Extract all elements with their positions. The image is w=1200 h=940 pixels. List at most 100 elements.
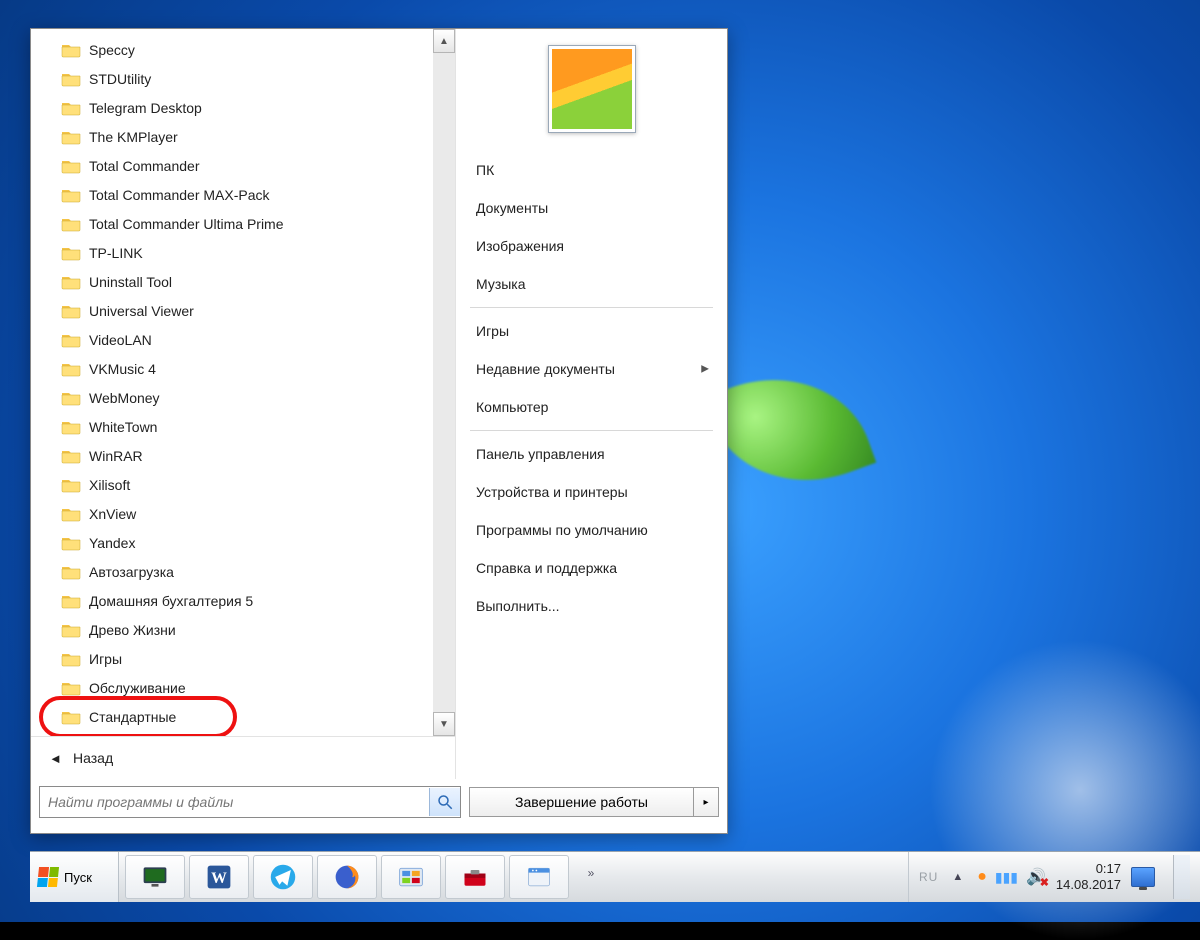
program-label: Древо Жизни <box>89 622 176 638</box>
program-folder-item[interactable]: Total Commander Ultima Prime <box>31 209 433 238</box>
program-folder-item[interactable]: Uninstall Tool <box>31 267 433 296</box>
scroll-track[interactable] <box>433 53 455 712</box>
program-label: Домашняя бухгалтерия 5 <box>89 593 253 609</box>
taskbar-item-desktop-peek[interactable] <box>125 855 185 899</box>
scroll-down-button[interactable]: ▼ <box>433 712 455 736</box>
start-menu-bottom: Завершение работы ▸ <box>31 779 727 833</box>
program-folder-item[interactable]: Обслуживание <box>31 673 433 702</box>
program-label: Игры <box>89 651 122 667</box>
right-panel-item[interactable]: ПК <box>456 151 727 189</box>
program-label: Speccy <box>89 42 135 58</box>
program-folder-item[interactable]: STDUtility <box>31 64 433 93</box>
right-panel-item[interactable]: Недавние документы▶ <box>456 350 727 388</box>
program-folder-item[interactable]: Древо Жизни <box>31 615 433 644</box>
program-label: Telegram Desktop <box>89 100 202 116</box>
right-panel-item[interactable]: Панель управления <box>456 435 727 473</box>
program-folder-item[interactable]: Xilisoft <box>31 470 433 499</box>
program-folder-item[interactable]: WhiteTown <box>31 412 433 441</box>
back-button[interactable]: ◄ Назад <box>31 737 455 779</box>
volume-icon[interactable]: 🔊✖ <box>1026 867 1046 887</box>
shutdown-label: Завершение работы <box>515 794 648 810</box>
search-input[interactable] <box>40 787 429 817</box>
program-folder-item[interactable]: Total Commander MAX-Pack <box>31 180 433 209</box>
program-folder-item[interactable]: TP-LINK <box>31 238 433 267</box>
start-button[interactable]: Пуск <box>30 852 119 902</box>
clock[interactable]: 0:17 14.08.2017 <box>1056 861 1121 892</box>
taskbar-item-firefox[interactable] <box>317 855 377 899</box>
program-label: WebMoney <box>89 390 160 406</box>
right-panel-label: Игры <box>476 323 509 339</box>
right-panel-label: Программы по умолчанию <box>476 522 648 538</box>
system-tray: RU ▲ ● ▮▮▮ 🔊✖ 0:17 14.08.2017 <box>908 852 1200 902</box>
program-folder-item[interactable]: XnView <box>31 499 433 528</box>
folder-icon <box>61 680 81 696</box>
right-panel-item[interactable]: Компьютер <box>456 388 727 426</box>
program-label: Стандартные <box>89 709 176 725</box>
taskbar-item-explorer[interactable] <box>509 855 569 899</box>
program-label: WinRAR <box>89 448 143 464</box>
right-panel-label: Выполнить... <box>476 598 560 614</box>
program-folder-item[interactable]: Speccy <box>31 35 433 64</box>
shutdown-options-button[interactable]: ▸ <box>694 787 719 817</box>
shutdown-button[interactable]: Завершение работы <box>469 787 694 817</box>
right-panel-item[interactable]: Музыка <box>456 265 727 303</box>
scroll-up-button[interactable]: ▲ <box>433 29 455 53</box>
program-label: Total Commander <box>89 158 200 174</box>
shutdown-split-button: Завершение работы ▸ <box>469 787 719 817</box>
folder-icon <box>61 448 81 464</box>
language-indicator[interactable]: RU <box>919 870 938 884</box>
program-folder-item[interactable]: Автозагрузка <box>31 557 433 586</box>
folder-icon <box>61 274 81 290</box>
taskbar-item-telegram[interactable] <box>253 855 313 899</box>
right-panel-label: Недавние документы <box>476 361 615 377</box>
program-folder-item[interactable]: WinRAR <box>31 441 433 470</box>
show-desktop-button[interactable] <box>1173 855 1190 899</box>
scrollbar[interactable]: ▲ ▼ <box>433 29 455 736</box>
separator <box>470 307 713 308</box>
program-folder-item[interactable]: Игры <box>31 644 433 673</box>
right-panel-label: Музыка <box>476 276 526 292</box>
clock-time: 0:17 <box>1056 861 1121 877</box>
program-label: WhiteTown <box>89 419 157 435</box>
right-panel-item[interactable]: Игры <box>456 312 727 350</box>
program-folder-item[interactable]: VideoLAN <box>31 325 433 354</box>
program-folder-item[interactable]: Universal Viewer <box>31 296 433 325</box>
search-icon[interactable] <box>429 788 460 816</box>
program-folder-item[interactable]: Стандартные <box>31 702 433 731</box>
network-icon[interactable]: ▮▮▮ <box>995 869 1018 886</box>
action-center-icon[interactable] <box>1131 867 1155 887</box>
taskbar-item-toolbox[interactable] <box>445 855 505 899</box>
right-panel-item[interactable]: Выполнить... <box>456 587 727 625</box>
right-panel-label: Изображения <box>476 238 564 254</box>
program-label: Обслуживание <box>89 680 186 696</box>
program-folder-item[interactable]: Total Commander <box>31 151 433 180</box>
program-folder-item[interactable]: The KMPlayer <box>31 122 433 151</box>
program-folder-item[interactable]: Домашняя бухгалтерия 5 <box>31 586 433 615</box>
taskbar-item-control-panel[interactable] <box>381 855 441 899</box>
start-label: Пуск <box>64 870 92 885</box>
folder-icon <box>61 100 81 116</box>
svg-text:W: W <box>211 870 227 887</box>
program-folder-item[interactable]: Yandex <box>31 528 433 557</box>
program-label: The KMPlayer <box>89 129 178 145</box>
right-panel-item[interactable]: Документы <box>456 189 727 227</box>
taskbar-overflow-button[interactable]: » <box>581 852 601 894</box>
program-folder-item[interactable]: Telegram Desktop <box>31 93 433 122</box>
taskbar-item-word[interactable]: W <box>189 855 249 899</box>
user-picture-frame[interactable] <box>548 45 636 133</box>
folder-icon <box>61 187 81 203</box>
search-box[interactable] <box>39 786 461 818</box>
user-picture <box>552 49 632 129</box>
tray-show-hidden-button[interactable]: ▲ <box>948 867 967 887</box>
folder-icon <box>61 361 81 377</box>
program-folder-item[interactable]: WebMoney <box>31 383 433 412</box>
right-panel-item[interactable]: Программы по умолчанию <box>456 511 727 549</box>
right-panel-item[interactable]: Устройства и принтеры <box>456 473 727 511</box>
antivirus-icon[interactable]: ● <box>977 868 987 886</box>
wallpaper-leaf <box>704 350 877 511</box>
program-label: Universal Viewer <box>89 303 194 319</box>
windows-logo-icon <box>37 867 59 887</box>
program-folder-item[interactable]: VKMusic 4 <box>31 354 433 383</box>
right-panel-item[interactable]: Изображения <box>456 227 727 265</box>
right-panel-item[interactable]: Справка и поддержка <box>456 549 727 587</box>
